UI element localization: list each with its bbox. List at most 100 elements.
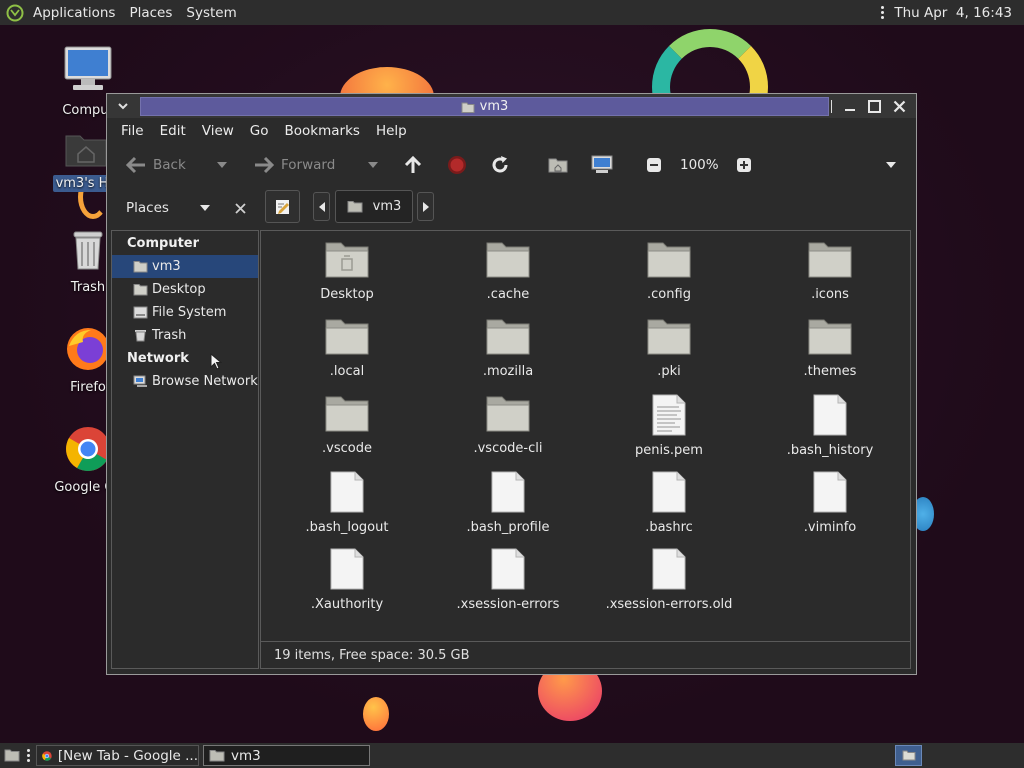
menu-help[interactable]: Help [368,123,415,139]
window-menu-button[interactable] [113,97,133,115]
file-item[interactable]: .bash_history [755,393,905,458]
file-item[interactable]: Desktop [272,239,422,302]
close-button[interactable] [889,96,909,116]
menubar: File Edit View Go Bookmarks Help [107,118,922,144]
file-item[interactable]: .vscode-cli [433,393,583,456]
chevron-left-icon [318,201,325,212]
maximize-button[interactable] [864,96,884,116]
caret-down-icon [886,162,896,168]
menu-view[interactable]: View [194,123,242,139]
sidebar-item-vm3[interactable]: vm3 [112,255,258,278]
file-item[interactable]: .xsession-errors [433,547,583,612]
breadcrumb-label: vm3 [372,199,402,214]
file-item[interactable]: .bashrc [594,470,744,535]
caret-down-icon [368,162,378,168]
show-desktop-icon[interactable] [4,748,20,762]
file-item[interactable]: .xsession-errors.old [594,547,744,612]
titlebar-divider [831,100,832,113]
status-bar: 19 items, Free space: 30.5 GB [260,642,911,669]
breadcrumb-left-button[interactable] [313,192,330,221]
taskbar-item-vm3[interactable]: vm3 [203,745,370,766]
window-title: vm3 [479,99,509,114]
window-title-area[interactable]: vm3 [140,97,829,116]
file-item[interactable]: penis.pem [594,393,744,458]
places-selector[interactable]: Places [126,200,169,216]
folder-icon [808,319,852,355]
breadcrumb-vm3-button[interactable]: vm3 [335,190,413,223]
sidebar-item-browse-network[interactable]: Browse Network [112,370,258,393]
back-button[interactable]: Back [125,144,186,186]
file-item[interactable]: .icons [755,239,905,302]
file-icon [813,394,847,436]
computer-button[interactable] [591,144,613,186]
file-item[interactable]: .Xauthority [272,547,422,612]
zoom-out-icon [647,158,661,172]
clock[interactable]: Thu Apr 4, 16:43 [894,5,1012,21]
menu-edit[interactable]: Edit [152,123,194,139]
sidebar-item-label: Desktop [152,282,206,297]
menu-go[interactable]: Go [242,123,277,139]
minimize-button[interactable] [840,96,860,116]
sidebar-item-file-system[interactable]: File System [112,301,258,324]
breadcrumb-right-button[interactable] [417,192,434,221]
file-manager-window: vm3 File Edit View Go Bookmarks Help Bac… [106,93,917,675]
file-icon [652,471,686,513]
file-name: .bash_history [786,443,874,458]
chevron-right-icon [422,201,429,212]
panel-handle-icon [27,749,30,762]
file-item[interactable]: .themes [755,316,905,379]
toggle-location-entry-button[interactable] [265,190,300,223]
window-titlebar[interactable]: vm3 [107,94,916,118]
folder-icon [325,242,369,278]
file-item[interactable]: .bash_logout [272,470,422,535]
mate-logo-icon[interactable] [6,4,24,22]
home-folder-icon [209,750,225,762]
file-name: .cache [486,287,530,302]
zoom-out-button[interactable] [646,144,662,186]
file-name: .vscode [322,441,372,456]
sidebar-heading-network: Network [127,351,189,366]
computer-icon [64,46,112,90]
zoom-in-button[interactable] [736,144,752,186]
file-name: .Xauthority [310,597,384,612]
caret-down-icon[interactable] [199,205,210,211]
workspace-switcher[interactable] [895,745,922,766]
back-history-dropdown[interactable] [217,144,227,186]
firefox-icon [67,328,109,370]
drive-icon [133,306,148,319]
taskbar-item-label: vm3 [231,747,261,764]
folder-icon [325,396,369,432]
taskbar-item-chrome[interactable]: [New Tab - Google ... [36,745,199,766]
up-button[interactable] [403,144,423,186]
desktop-folder-icon [133,284,148,296]
sidebar-item-trash[interactable]: Trash [112,324,258,347]
file-item[interactable]: .cache [433,239,583,302]
file-item[interactable]: .local [272,316,422,379]
applications-menu[interactable]: Applications [26,0,122,25]
file-item[interactable]: .config [594,239,744,302]
menu-bookmarks[interactable]: Bookmarks [277,123,368,139]
chrome-icon [42,750,52,761]
file-item[interactable]: .mozilla [433,316,583,379]
folder-icon [486,396,530,432]
file-name: .xsession-errors.old [605,597,733,612]
places-menu[interactable]: Places [122,0,179,25]
stop-button[interactable] [447,144,467,186]
file-item[interactable]: .bash_profile [433,470,583,535]
home-button[interactable] [548,144,568,186]
reload-button[interactable] [490,144,510,186]
menu-file[interactable]: File [113,123,152,139]
sidebar-item-desktop[interactable]: Desktop [112,278,258,301]
file-item[interactable]: .pki [594,316,744,379]
file-name: .icons [811,287,849,302]
maximize-icon [867,99,881,113]
home-folder-icon [902,750,915,761]
system-menu[interactable]: System [179,0,243,25]
minimize-icon [845,109,855,111]
toolbar-overflow-button[interactable] [886,144,896,186]
file-item[interactable]: .vscode [272,393,422,456]
close-sidebar-icon[interactable] [235,202,246,214]
forward-history-dropdown[interactable] [368,144,378,186]
file-item[interactable]: .viminfo [755,470,905,535]
forward-button[interactable]: Forward [253,144,335,186]
